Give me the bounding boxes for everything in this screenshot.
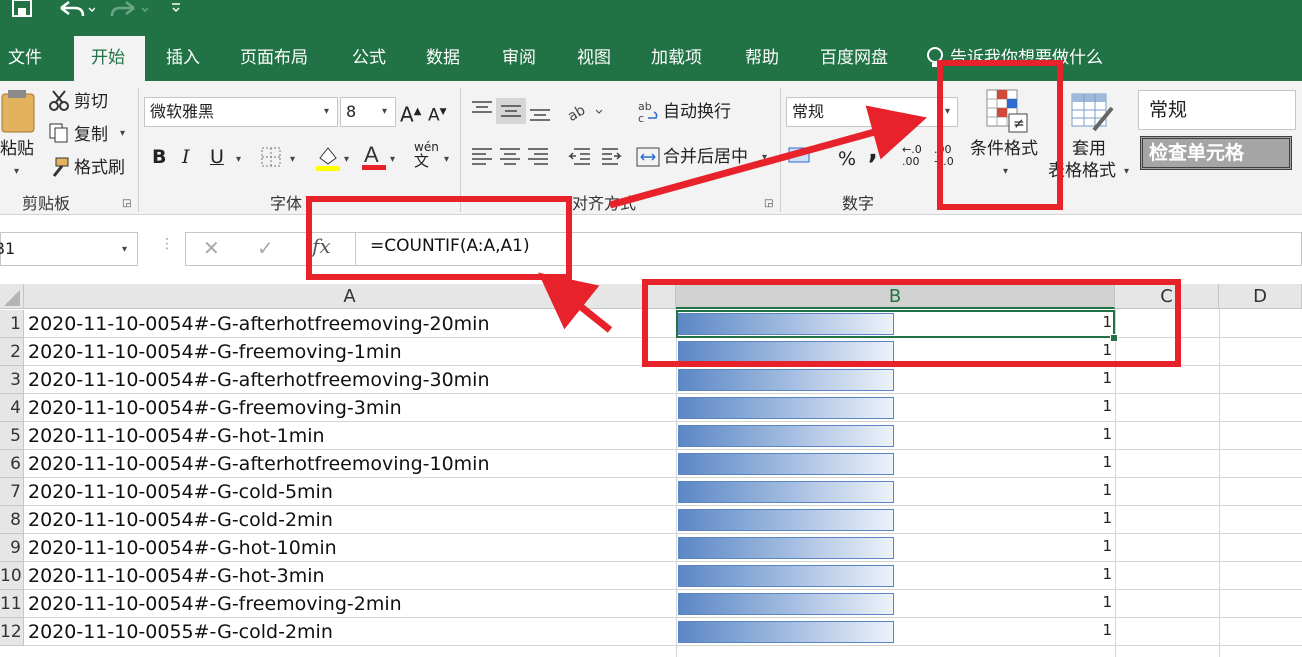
annotation-arrows: [538, 105, 927, 333]
arrow-to-formula: [538, 272, 613, 333]
arrow-to-conditional-formatting: [609, 105, 927, 209]
